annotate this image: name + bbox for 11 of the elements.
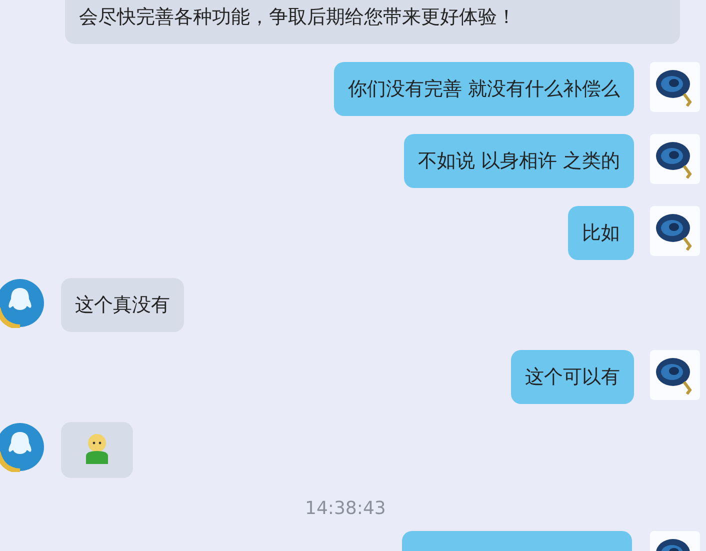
avatar-icon[interactable] xyxy=(650,206,700,256)
avatar-icon[interactable] xyxy=(650,62,700,112)
message-bubble: 不如说 以身相许 之类的 xyxy=(404,134,634,188)
message-bubble: 会尽快完善各种功能，争取后期给您带来更好体验！ xyxy=(65,0,680,44)
timestamp: 14:38:43 xyxy=(305,498,386,519)
message-bubble: 这个可以有 xyxy=(511,350,634,404)
message-bubble: 你们没有完善 就没有什么补偿么 xyxy=(334,62,634,116)
avatar-icon[interactable] xyxy=(650,134,700,184)
message-bubble: 这个真没有 xyxy=(61,278,184,332)
message-bubble: 比如 xyxy=(568,206,634,260)
avatar-icon[interactable] xyxy=(650,350,700,400)
